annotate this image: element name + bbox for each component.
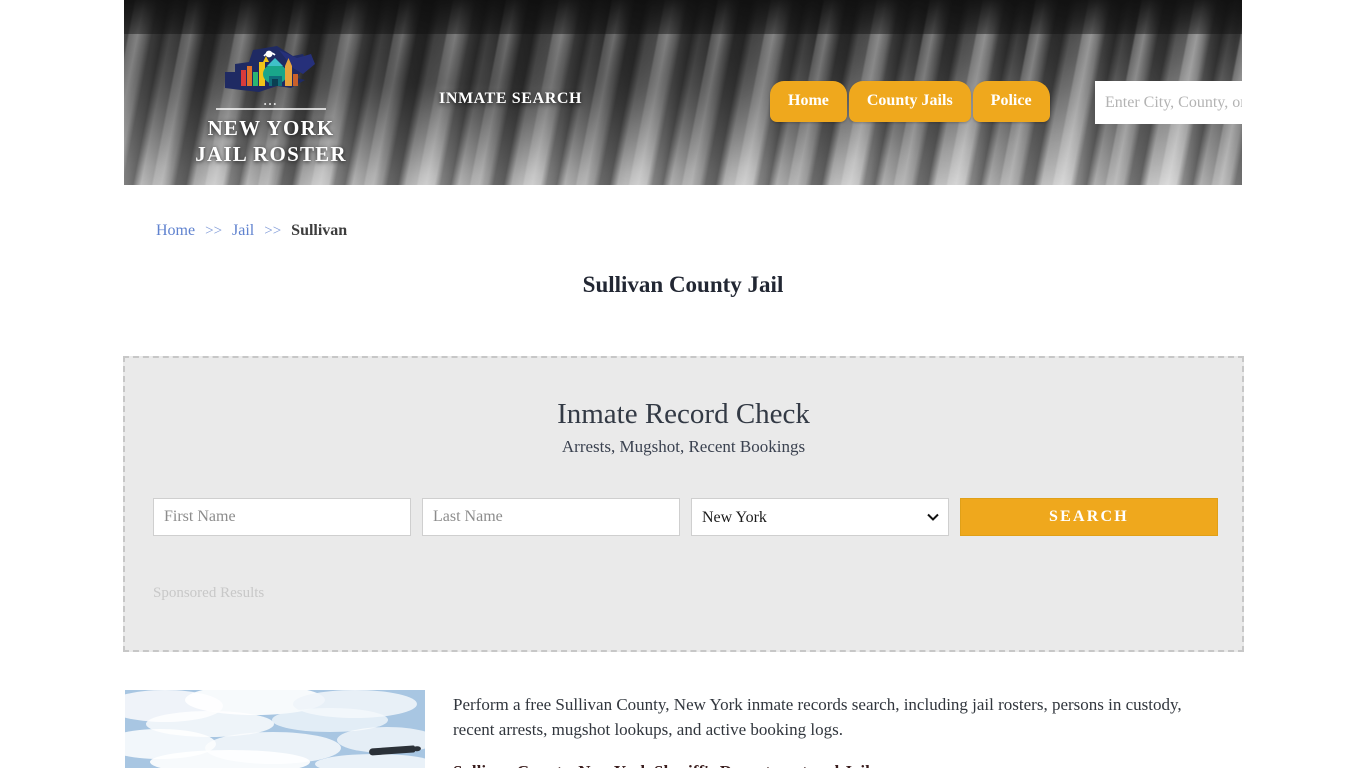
last-name-input[interactable] (422, 498, 680, 536)
first-name-input[interactable] (153, 498, 411, 536)
inmate-search-form: New York SEARCH (153, 498, 1218, 536)
primary-nav: Home County Jails Police (770, 81, 1050, 122)
breadcrumb-current-sullivan: Sullivan (291, 222, 348, 239)
breadcrumb-link-jail[interactable]: Jail (232, 222, 254, 239)
page-title: Sullivan County Jail (582, 272, 784, 297)
clouds-image (125, 690, 425, 768)
logo-divider (216, 108, 326, 110)
sponsored-results-label: Sponsored Results (153, 585, 265, 601)
nav-item-home[interactable]: Home (770, 81, 847, 122)
header-search (1095, 81, 1242, 124)
nav-item-county-jails[interactable]: County Jails (848, 81, 971, 122)
page-root: NEW YORK JAIL ROSTER INMATE SEARCH Home … (0, 0, 1366, 768)
new-york-state-logo-icon (156, 44, 386, 106)
article-paragraph: Perform a free Sullivan County, New York… (453, 695, 1182, 739)
site-header: NEW YORK JAIL ROSTER INMATE SEARCH Home … (124, 0, 1242, 185)
breadcrumb: Home >> Jail >> Sullivan (156, 220, 347, 242)
inmate-search-button[interactable]: SEARCH (960, 498, 1218, 536)
panel-subtitle: Arrests, Mugshot, Recent Bookings (561, 437, 806, 456)
inmate-record-check-panel: Inmate Record Check Arrests, Mugshot, Re… (123, 356, 1244, 652)
panel-title: Inmate Record Check (557, 398, 810, 430)
nav-item-police[interactable]: Police (972, 81, 1050, 122)
header-tagline: INMATE SEARCH (439, 90, 583, 107)
breadcrumb-separator-1: >> (205, 223, 223, 239)
state-select[interactable]: New York (691, 498, 949, 536)
logo-line-1: NEW YORK (207, 116, 335, 140)
site-logo[interactable]: NEW YORK JAIL ROSTER (156, 44, 386, 167)
header-search-input[interactable] (1095, 81, 1242, 124)
article-subheading: Sullivan County, New York Sheriff's Depa… (453, 762, 870, 768)
article-thumbnail (125, 690, 425, 768)
breadcrumb-separator-2: >> (264, 223, 282, 239)
logo-line-2: JAIL ROSTER (195, 141, 347, 166)
breadcrumb-link-home[interactable]: Home (156, 222, 195, 239)
state-select-wrapper: New York (691, 498, 949, 536)
